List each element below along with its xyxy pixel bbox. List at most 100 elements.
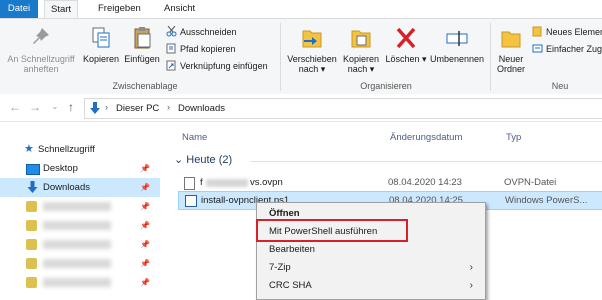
copy-path-button[interactable]: Pfad kopieren [166, 43, 236, 55]
navigation-pane: ★ Schnellzugriff Desktop 📌 Downloads 📌 📌… [0, 122, 160, 294]
easy-access-icon [532, 43, 543, 54]
pin-icon[interactable]: 📌 [140, 216, 150, 235]
column-header-type[interactable]: Typ [506, 132, 521, 143]
menu-item-label: Bearbeiten [269, 244, 315, 255]
chevron-down-icon: ⌄ [174, 154, 184, 166]
copy-path-icon [166, 43, 177, 54]
scissors-icon [166, 25, 177, 37]
pin-icon[interactable]: 📌 [140, 254, 150, 273]
rename-label: Umbenennen [429, 54, 485, 64]
copy-label: Kopieren [82, 54, 120, 64]
clipboard-group-label: Zwischenablage [112, 81, 178, 91]
tab-view[interactable]: Ansicht [158, 0, 201, 18]
sidebar-item-quick-access[interactable]: ★ Schnellzugriff [0, 140, 160, 159]
new-folder-label: Neuer Ordner [496, 54, 525, 74]
new-item-button[interactable]: Neues Element [532, 26, 602, 38]
menu-item-label: 7-Zip [269, 262, 291, 273]
ribbon: An Schnellzugriff anheften Kopieren Einf… [0, 18, 602, 95]
new-item-icon [532, 26, 543, 37]
paste-shortcut-label: Verknüpfung einfügen [180, 61, 268, 71]
pin-quick-access-button[interactable]: An Schnellzugriff anheften [4, 25, 78, 74]
sidebar-item-label: Downloads [43, 182, 90, 193]
synced-folder-icon [26, 258, 37, 269]
sidebar-item-label: Desktop [43, 163, 78, 174]
rename-button[interactable]: Umbenennen [428, 25, 486, 64]
menu-item-label: CRC SHA [269, 280, 312, 291]
star-icon: ★ [24, 143, 34, 155]
sidebar-item-downloads[interactable]: Downloads 📌 [0, 178, 160, 197]
group-header[interactable]: ⌄ Heute (2) [174, 153, 232, 166]
back-arrow-icon[interactable]: ← [8, 100, 22, 114]
menu-item-label: Öffnen [269, 208, 300, 219]
copy-to-button[interactable]: Kopieren nach ▾ [340, 25, 382, 74]
powershell-script-icon [185, 195, 197, 207]
delete-x-icon [396, 27, 416, 49]
breadcrumb-chevron-icon[interactable]: › [105, 102, 108, 112]
clipboard-icon [134, 27, 151, 49]
copy-path-label: Pfad kopieren [180, 44, 236, 54]
copy-button[interactable]: Kopieren [80, 25, 122, 64]
breadcrumb-this-pc[interactable]: Dieser PC [116, 103, 159, 114]
easy-access-button[interactable]: Einfacher Zugriff [532, 43, 602, 55]
breadcrumb-downloads[interactable]: Downloads [178, 103, 225, 114]
submenu-arrow-icon: › [469, 262, 473, 273]
sidebar-item-redacted[interactable]: 📌 [0, 197, 160, 216]
pin-icon[interactable]: 📌 [140, 159, 150, 178]
synced-folder-icon [26, 220, 37, 231]
copy-folder-icon [351, 30, 371, 48]
paste-shortcut-button[interactable]: Verknüpfung einfügen [166, 60, 268, 72]
file-type: OVPN-Datei [504, 177, 557, 188]
pin-icon[interactable]: 📌 [140, 197, 150, 216]
column-header-name[interactable]: Name [182, 132, 207, 143]
forward-arrow-icon[interactable]: → [28, 100, 42, 114]
pin-icon[interactable]: 📌 [140, 178, 150, 197]
new-group-label: Neu [551, 81, 569, 91]
context-menu: Öffnen Mit PowerShell ausführen Bearbeit… [256, 202, 486, 300]
up-arrow-icon[interactable]: ↑ [64, 100, 78, 114]
redacted-label [43, 240, 111, 249]
navigation-bar: ← → ⌄ ↑ › Dieser PC › Downloads [0, 94, 602, 122]
table-row[interactable]: f vs.ovpn 08.04.2020 14:23 OVPN-Datei [178, 174, 602, 191]
move-to-button[interactable]: Verschieben nach ▾ [286, 25, 338, 74]
group-label: Heute (2) [186, 154, 233, 166]
sidebar-item-redacted[interactable]: 📌 [0, 273, 160, 292]
ribbon-separator [280, 23, 281, 91]
menu-item-crc-sha[interactable]: CRC SHA › [269, 277, 479, 295]
redacted-filename [206, 179, 248, 187]
sidebar-item-desktop[interactable]: Desktop 📌 [0, 159, 160, 178]
paste-shortcut-icon [166, 60, 177, 71]
recent-locations-chevron-icon[interactable]: ⌄ [48, 100, 62, 114]
paste-label: Einfügen [124, 54, 160, 64]
pin-quick-access-label: An Schnellzugriff anheften [7, 54, 75, 74]
redacted-label [43, 221, 111, 230]
menu-item-edit[interactable]: Bearbeiten [269, 241, 479, 259]
menu-item-7zip[interactable]: 7-Zip › [269, 259, 479, 277]
sidebar-item-redacted[interactable]: 📌 [0, 235, 160, 254]
tab-file[interactable]: Datei [0, 0, 38, 18]
sidebar-item-redacted[interactable]: 📌 [0, 216, 160, 235]
new-folder-icon [501, 31, 521, 48]
pin-icon[interactable]: 📌 [140, 235, 150, 254]
cut-button[interactable]: Ausschneiden [166, 25, 237, 38]
sidebar-item-redacted[interactable]: 📌 [0, 254, 160, 273]
address-bar[interactable]: › Dieser PC › Downloads [84, 98, 602, 119]
pin-icon[interactable]: 📌 [140, 273, 150, 292]
ribbon-tab-bar: Datei Start Freigeben Ansicht [0, 0, 602, 19]
highlight-box [256, 219, 408, 242]
tab-start[interactable]: Start [44, 0, 79, 19]
breadcrumb-chevron-icon[interactable]: › [167, 102, 170, 112]
new-folder-button[interactable]: Neuer Ordner [492, 25, 530, 74]
file-type: Windows PowerS... [505, 195, 588, 206]
organize-group-label: Organisieren [360, 81, 412, 91]
tab-share[interactable]: Freigeben [92, 0, 147, 18]
paste-button[interactable]: Einfügen [122, 25, 162, 64]
downloads-arrow-icon [90, 102, 100, 114]
delete-button[interactable]: Löschen ▾ [384, 25, 428, 64]
file-name-prefix: f [200, 177, 203, 188]
column-header-date[interactable]: Änderungsdatum [390, 132, 462, 143]
delete-label: Löschen [385, 54, 420, 64]
desktop-icon [26, 164, 40, 175]
move-to-label: Verschieben nach [287, 54, 337, 74]
chevron-down-icon: ▾ [320, 64, 326, 74]
synced-folder-icon [26, 277, 37, 288]
